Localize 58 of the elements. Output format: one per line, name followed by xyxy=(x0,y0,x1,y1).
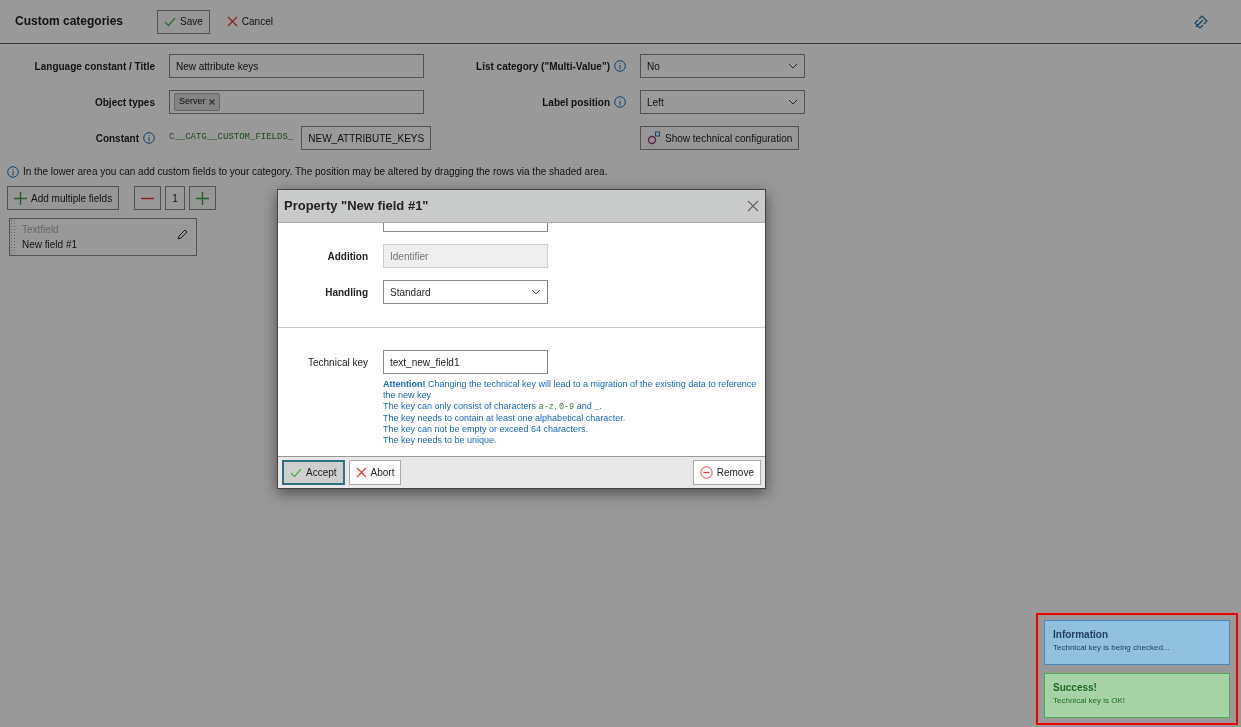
tag-chip[interactable]: Server xyxy=(174,93,220,111)
close-icon xyxy=(226,16,238,27)
text-input[interactable] xyxy=(383,223,548,232)
field-label: Label position xyxy=(542,95,610,110)
chevron-down-icon xyxy=(531,289,541,295)
text-input[interactable]: New attribute keys xyxy=(169,54,424,78)
accept-button[interactable]: Accept xyxy=(282,460,345,485)
count-input[interactable]: 1 xyxy=(165,186,185,210)
check-icon xyxy=(290,467,302,478)
field-label: Constant xyxy=(95,131,139,146)
constant-prefix: C__CATG__CUSTOM_FIELDS_ xyxy=(169,131,294,145)
field-label: List category ("Multi-Value") xyxy=(476,59,610,74)
increment-button[interactable] xyxy=(188,186,216,210)
readonly-field[interactable]: Identifier xyxy=(383,244,548,268)
plus-icon xyxy=(14,191,27,205)
remove-tag-icon[interactable] xyxy=(208,99,215,105)
cancel-button[interactable]: Cancel xyxy=(219,9,280,34)
help-text: The key can only consist of characters a-z, 0-9 and _. xyxy=(383,401,603,413)
decrement-button[interactable] xyxy=(134,186,162,210)
abort-button[interactable]: Abort xyxy=(348,460,402,485)
save-button[interactable]: Save xyxy=(157,9,210,34)
pencil-icon[interactable] xyxy=(176,229,188,241)
tag-label: Server xyxy=(179,95,206,109)
notification-title: Information xyxy=(1053,628,1109,642)
remove-button[interactable]: Remove xyxy=(692,460,761,485)
field-label: Technical key xyxy=(306,355,368,370)
constant-input[interactable]: NEW_ATTRIBUTE_KEYS xyxy=(301,126,432,150)
help-text: The key needs to contain at least one alphabetical character. xyxy=(383,413,627,424)
field-label: Handling xyxy=(324,285,368,300)
notification-text: Technical key is OK! xyxy=(1053,695,1127,707)
dialog-title: Property "New field #1" xyxy=(284,198,429,214)
select-field[interactable]: Standard xyxy=(383,280,548,304)
text-input[interactable]: text_new_field1 xyxy=(383,350,548,374)
chevron-down-icon xyxy=(788,99,798,105)
close-icon[interactable] xyxy=(747,200,759,212)
gears-icon xyxy=(647,131,661,145)
technical-config-button[interactable]: Show technical configuration xyxy=(640,126,800,150)
plus-icon xyxy=(195,191,209,205)
select-field[interactable]: No xyxy=(640,54,805,78)
help-text: The key needs to be unique. xyxy=(383,435,498,446)
notification-title: Success! xyxy=(1053,681,1098,695)
add-fields-button[interactable]: Add multiple fields xyxy=(7,186,120,210)
hint-text: In the lower area you can add custom fields to your category. The position may be altered by dragging the rows via the shaded area. xyxy=(23,165,608,179)
tag-input[interactable]: Server xyxy=(169,90,424,114)
link-icon[interactable] xyxy=(1194,14,1208,29)
page-title: Custom categories xyxy=(15,14,124,29)
notification-text: Technical key is being checked... xyxy=(1053,642,1171,654)
field-name: New field #1 xyxy=(22,238,79,252)
close-icon xyxy=(355,467,367,478)
info-icon xyxy=(7,165,19,178)
help-text: The key can not be empty or exceed 64 characters. xyxy=(383,424,590,435)
check-icon xyxy=(164,16,177,27)
field-label: Addition xyxy=(326,249,368,264)
select-field[interactable]: Left xyxy=(640,90,805,114)
chevron-down-icon xyxy=(788,63,798,69)
field-label: Object types xyxy=(94,95,155,110)
remove-icon xyxy=(699,466,713,479)
field-label: Language constant / Title xyxy=(34,59,155,74)
